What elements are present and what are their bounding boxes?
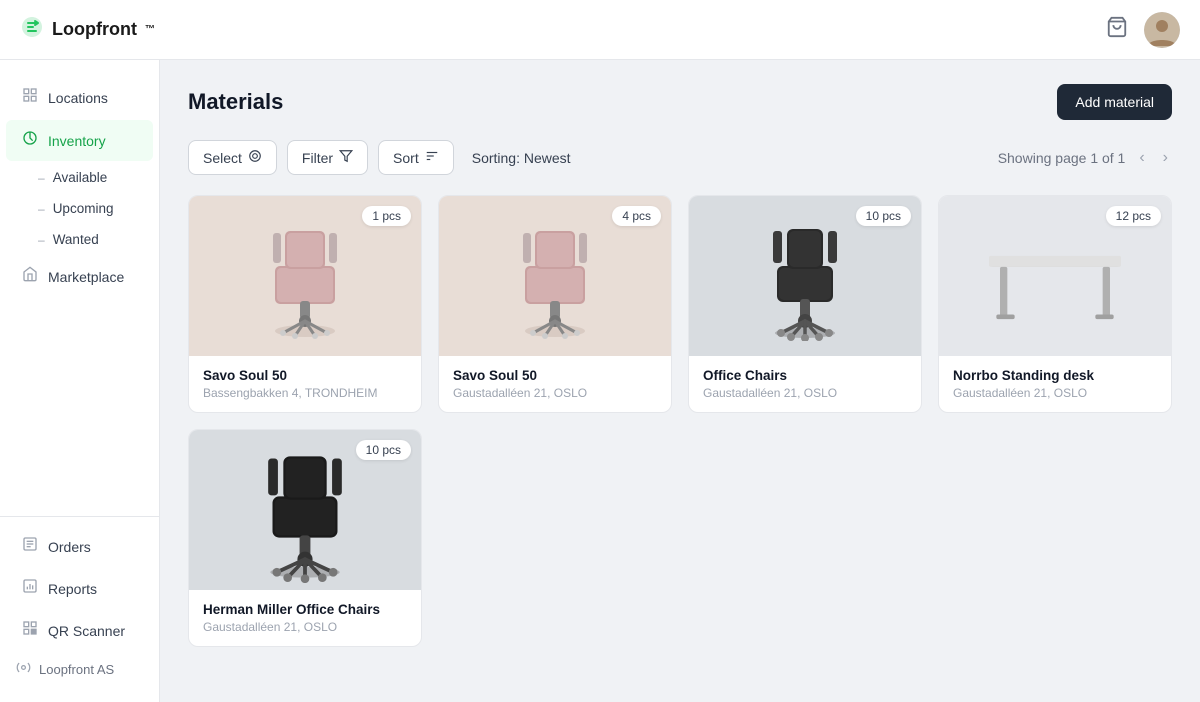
sidebar-brand[interactable]: Loopfront AS bbox=[0, 652, 159, 686]
pagination-info: Showing page 1 of 1 ‹ › bbox=[998, 145, 1172, 171]
product-badge-p2: 4 pcs bbox=[612, 206, 661, 226]
sidebar-sub-available[interactable]: Available bbox=[6, 163, 153, 192]
product-info-p1: Savo Soul 50 Bassengbakken 4, TRONDHEIM bbox=[189, 356, 421, 412]
product-image-p3: 10 pcs bbox=[689, 196, 921, 356]
sidebar-item-label: Marketplace bbox=[48, 269, 124, 285]
product-name-p4: Norrbo Standing desk bbox=[953, 368, 1157, 383]
product-badge-p5: 10 pcs bbox=[356, 440, 411, 460]
product-info-p4: Norrbo Standing desk Gaustadalléen 21, O… bbox=[939, 356, 1171, 412]
product-badge-p3: 10 pcs bbox=[856, 206, 911, 226]
product-card-p4[interactable]: 12 pcs Norrbo Standing desk Gaustadallée… bbox=[938, 195, 1172, 413]
prev-page-button[interactable]: ‹ bbox=[1135, 145, 1148, 171]
marketplace-icon bbox=[22, 266, 38, 287]
sidebar: Locations Inventory Available Upcoming W… bbox=[0, 60, 160, 702]
header-right bbox=[1106, 12, 1180, 48]
filter-icon bbox=[339, 149, 353, 166]
add-material-button[interactable]: Add material bbox=[1057, 84, 1172, 120]
product-badge-p1: 1 pcs bbox=[362, 206, 411, 226]
sidebar-item-label: Inventory bbox=[48, 133, 106, 149]
product-card-p3[interactable]: 10 pcs bbox=[688, 195, 922, 413]
product-image-p4: 12 pcs bbox=[939, 196, 1171, 356]
product-image-p5: 10 pcs bbox=[189, 430, 421, 590]
product-info-p2: Savo Soul 50 Gaustadalléen 21, OSLO bbox=[439, 356, 671, 412]
brand-icon bbox=[16, 660, 31, 678]
product-image-p1: 1 pcs bbox=[189, 196, 421, 356]
filter-label: Filter bbox=[302, 150, 333, 166]
product-location-p1: Bassengbakken 4, TRONDHEIM bbox=[203, 386, 407, 400]
sidebar-bottom: Orders Reports QR Scanner Loopfront AS bbox=[0, 516, 159, 686]
sidebar-sub-wanted[interactable]: Wanted bbox=[6, 225, 153, 254]
cart-button[interactable] bbox=[1106, 16, 1128, 44]
product-location-p5: Gaustadalléen 21, OSLO bbox=[203, 620, 407, 634]
sidebar-item-marketplace[interactable]: Marketplace bbox=[6, 256, 153, 297]
reports-icon bbox=[22, 578, 38, 599]
sort-info: Sorting: Newest bbox=[472, 150, 571, 166]
product-info-p3: Office Chairs Gaustadalléen 21, OSLO bbox=[689, 356, 921, 412]
product-location-p2: Gaustadalléen 21, OSLO bbox=[453, 386, 657, 400]
sidebar-sub-label: Upcoming bbox=[53, 201, 114, 216]
sort-label: Sort bbox=[393, 150, 419, 166]
orders-icon bbox=[22, 536, 38, 557]
product-name-p5: Herman Miller Office Chairs bbox=[203, 602, 407, 617]
sort-icon bbox=[425, 149, 439, 166]
main-layout: Locations Inventory Available Upcoming W… bbox=[0, 60, 1200, 702]
sidebar-item-reports[interactable]: Reports bbox=[6, 568, 153, 609]
logo-icon bbox=[20, 15, 44, 45]
header: Loopfront ™ bbox=[0, 0, 1200, 60]
product-card-p1[interactable]: 1 pcs bbox=[188, 195, 422, 413]
product-card-p2[interactable]: 4 pcs bbox=[438, 195, 672, 413]
product-name-p1: Savo Soul 50 bbox=[203, 368, 407, 383]
user-avatar[interactable] bbox=[1144, 12, 1180, 48]
logo-text: Loopfront bbox=[52, 19, 137, 40]
logo-superscript: ™ bbox=[145, 24, 155, 35]
toolbar: Select Filter Sort Sorting: Newest bbox=[188, 140, 1172, 175]
select-icon bbox=[248, 149, 262, 166]
sidebar-item-locations[interactable]: Locations bbox=[6, 77, 153, 118]
sidebar-item-qr-scanner[interactable]: QR Scanner bbox=[6, 610, 153, 651]
sidebar-sub-label: Wanted bbox=[53, 232, 99, 247]
sidebar-item-inventory[interactable]: Inventory bbox=[6, 120, 153, 161]
select-label: Select bbox=[203, 150, 242, 166]
qr-scanner-icon bbox=[22, 620, 38, 641]
locations-icon bbox=[22, 87, 38, 108]
product-name-p3: Office Chairs bbox=[703, 368, 907, 383]
filter-button[interactable]: Filter bbox=[287, 140, 368, 175]
product-grid-row2: 10 pcs bbox=[188, 429, 1172, 647]
product-badge-p4: 12 pcs bbox=[1106, 206, 1161, 226]
product-image-p2: 4 pcs bbox=[439, 196, 671, 356]
select-button[interactable]: Select bbox=[188, 140, 277, 175]
product-location-p4: Gaustadalléen 21, OSLO bbox=[953, 386, 1157, 400]
sidebar-item-label: Locations bbox=[48, 90, 108, 106]
product-name-p2: Savo Soul 50 bbox=[453, 368, 657, 383]
sidebar-item-label: Orders bbox=[48, 539, 91, 555]
product-info-p5: Herman Miller Office Chairs Gaustadallée… bbox=[189, 590, 421, 646]
page-title: Materials bbox=[188, 89, 283, 115]
inventory-icon bbox=[22, 130, 38, 151]
sidebar-item-label: QR Scanner bbox=[48, 623, 125, 639]
sidebar-item-orders[interactable]: Orders bbox=[6, 526, 153, 567]
brand-label: Loopfront AS bbox=[39, 662, 114, 677]
sort-button[interactable]: Sort bbox=[378, 140, 454, 175]
product-card-p5[interactable]: 10 pcs bbox=[188, 429, 422, 647]
pagination-text: Showing page 1 of 1 bbox=[998, 150, 1126, 166]
sidebar-item-label: Reports bbox=[48, 581, 97, 597]
next-page-button[interactable]: › bbox=[1159, 145, 1172, 171]
page-header: Materials Add material bbox=[188, 84, 1172, 120]
content-area: Materials Add material Select Filter Sor… bbox=[160, 60, 1200, 702]
sidebar-sub-label: Available bbox=[53, 170, 108, 185]
product-location-p3: Gaustadalléen 21, OSLO bbox=[703, 386, 907, 400]
logo[interactable]: Loopfront ™ bbox=[20, 15, 155, 45]
sidebar-sub-upcoming[interactable]: Upcoming bbox=[6, 194, 153, 223]
product-grid-row1: 1 pcs bbox=[188, 195, 1172, 413]
